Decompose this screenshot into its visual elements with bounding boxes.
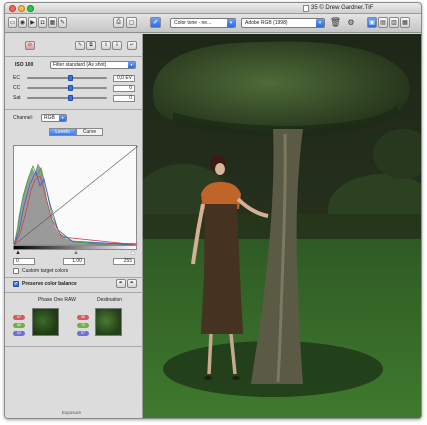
destination-label: Destination <box>97 297 123 303</box>
custom-target-checkbox[interactable] <box>13 268 19 274</box>
adjustment-panel: ⊙ ✎ ⧉ ⇪ ⇩ ↵ ISO 100 Filter standard (As … <box>5 34 143 418</box>
color-mode-label: Color tone - ne... <box>174 20 212 26</box>
document-icon <box>303 5 309 12</box>
photo-woman-shoe <box>232 376 240 380</box>
app-window: 35 © Drew Gardner.TIF ▭ ◉ ▶ ◘ ▦ ✎ ⎙ ▢ ✐ … <box>4 2 422 419</box>
filter-label: Filter standard (As shot) <box>53 62 107 68</box>
reset-icon[interactable]: ⊙ <box>25 41 35 50</box>
slider-label: Sat <box>13 95 21 101</box>
slider-value[interactable]: 0 <box>113 95 135 102</box>
histogram[interactable] <box>13 145 139 246</box>
preserve-color-checkbox[interactable] <box>13 281 19 287</box>
color-profile-select[interactable]: Adobe RGB (1998) ▾ <box>241 18 325 28</box>
tab-levels[interactable]: Levels <box>49 128 76 136</box>
source-blue-value: 63 <box>13 331 25 336</box>
divider <box>5 109 143 110</box>
slider-knob[interactable] <box>68 75 73 81</box>
white-point-handle[interactable]: ▲ <box>130 250 136 256</box>
grid-icon[interactable]: ▦ <box>48 17 57 28</box>
view-list-icon[interactable]: ▦ <box>400 17 410 28</box>
histogram-graph <box>13 145 139 246</box>
link-icon[interactable]: ⚙ <box>345 17 357 28</box>
phase-one-label: Phase One RAW <box>38 297 76 303</box>
divider <box>5 56 143 57</box>
divider <box>5 346 143 347</box>
divider <box>5 292 143 293</box>
slider-knob[interactable] <box>68 85 73 91</box>
minimize-window-button[interactable] <box>18 5 25 12</box>
slider-track[interactable] <box>27 87 107 89</box>
photo-woman-face <box>215 163 225 175</box>
view-single-icon[interactable]: ▣ <box>367 17 377 28</box>
slider-track[interactable] <box>27 77 107 79</box>
destination-blue-value: 57 <box>77 331 89 336</box>
slider-label: CC <box>13 85 21 91</box>
panel-footer-label: Exposure <box>62 410 82 415</box>
eyedropper-target-icon[interactable]: ✒ <box>127 279 137 288</box>
trash-icon[interactable]: 🗑 <box>330 17 341 28</box>
slider-track[interactable] <box>27 97 107 99</box>
tab-curve[interactable]: Curve <box>76 128 103 136</box>
slider-value[interactable]: 0 <box>113 85 135 92</box>
channel-select[interactable]: RGB ▾ <box>41 114 67 122</box>
source-red-value: 67 <box>13 315 25 320</box>
destination-red-value: 58 <box>77 315 89 320</box>
custom-target-label: Custom target colors <box>22 268 69 274</box>
black-point-handle[interactable]: ▲ <box>15 250 21 256</box>
chevron-down-icon: ▾ <box>227 19 235 27</box>
chevron-down-icon: ▾ <box>316 19 324 27</box>
chevron-down-icon: ▾ <box>128 62 135 68</box>
filter-select[interactable]: Filter standard (As shot) ▾ <box>50 61 136 69</box>
frame-icon[interactable]: ▢ <box>126 17 137 28</box>
photo-woman-shoe <box>204 376 212 380</box>
histogram-gray-fill <box>13 163 139 246</box>
camera-icon[interactable]: ◘ <box>38 17 47 28</box>
black-point-input[interactable]: 0 <box>13 258 35 265</box>
window-title: 35 © Drew Gardner.TIF <box>311 5 374 11</box>
chevron-down-icon: ▾ <box>59 115 66 121</box>
color-mode-select[interactable]: Color tone - ne... ▾ <box>170 18 236 28</box>
gamma-input[interactable]: 1.00 <box>63 258 85 265</box>
destination-color-swatch[interactable] <box>95 308 122 336</box>
upload-icon[interactable]: ⇪ <box>101 41 111 50</box>
picker-icon[interactable]: ✎ <box>75 41 85 50</box>
source-color-swatch <box>32 308 59 336</box>
gamma-handle[interactable]: ▲ <box>73 250 79 256</box>
pencil-icon[interactable]: ✎ <box>58 17 67 28</box>
white-point-input[interactable]: 255 <box>113 258 135 265</box>
print-icon[interactable]: ⎙ <box>113 17 124 28</box>
channel-label: Channel: <box>13 115 34 121</box>
title-bar: 35 © Drew Gardner.TIF <box>5 3 421 14</box>
toolbar: ▭ ◉ ▶ ◘ ▦ ✎ ⎙ ▢ ✐ Color tone - ne... ▾ A… <box>5 14 421 33</box>
close-window-button[interactable] <box>9 5 16 12</box>
slider-label: EC <box>13 75 20 81</box>
view-multi-icon[interactable]: ▤ <box>378 17 388 28</box>
zoom-window-button[interactable] <box>27 5 34 12</box>
apply-icon[interactable]: ↵ <box>127 41 137 50</box>
capture-icon[interactable]: ◉ <box>18 17 27 28</box>
copy-icon[interactable]: ⧉ <box>86 41 96 50</box>
photo-woman-dress <box>201 204 243 334</box>
slider-value[interactable]: 0,0 EV <box>113 75 135 82</box>
eyedropper-icon[interactable]: ✒ <box>116 279 126 288</box>
color-profile-label: Adobe RGB (1998) <box>245 20 288 26</box>
photo-preview <box>143 34 421 418</box>
divider <box>5 277 143 278</box>
source-green-value: 60 <box>13 323 25 328</box>
edit-icon[interactable]: ✐ <box>150 17 161 28</box>
destination-green-value: 70 <box>77 323 89 328</box>
preserve-color-label: Preserve color balance <box>22 281 77 287</box>
download-icon[interactable]: ⇩ <box>112 41 122 50</box>
view-grid-icon[interactable]: ▥ <box>389 17 399 28</box>
channel-value: RGB <box>44 115 55 121</box>
folder-icon[interactable]: ▭ <box>8 17 17 28</box>
image-viewer[interactable] <box>143 34 421 418</box>
film-icon[interactable]: ▶ <box>28 17 37 28</box>
iso-label: ISO 100 <box>15 62 34 68</box>
slider-knob[interactable] <box>68 95 73 101</box>
